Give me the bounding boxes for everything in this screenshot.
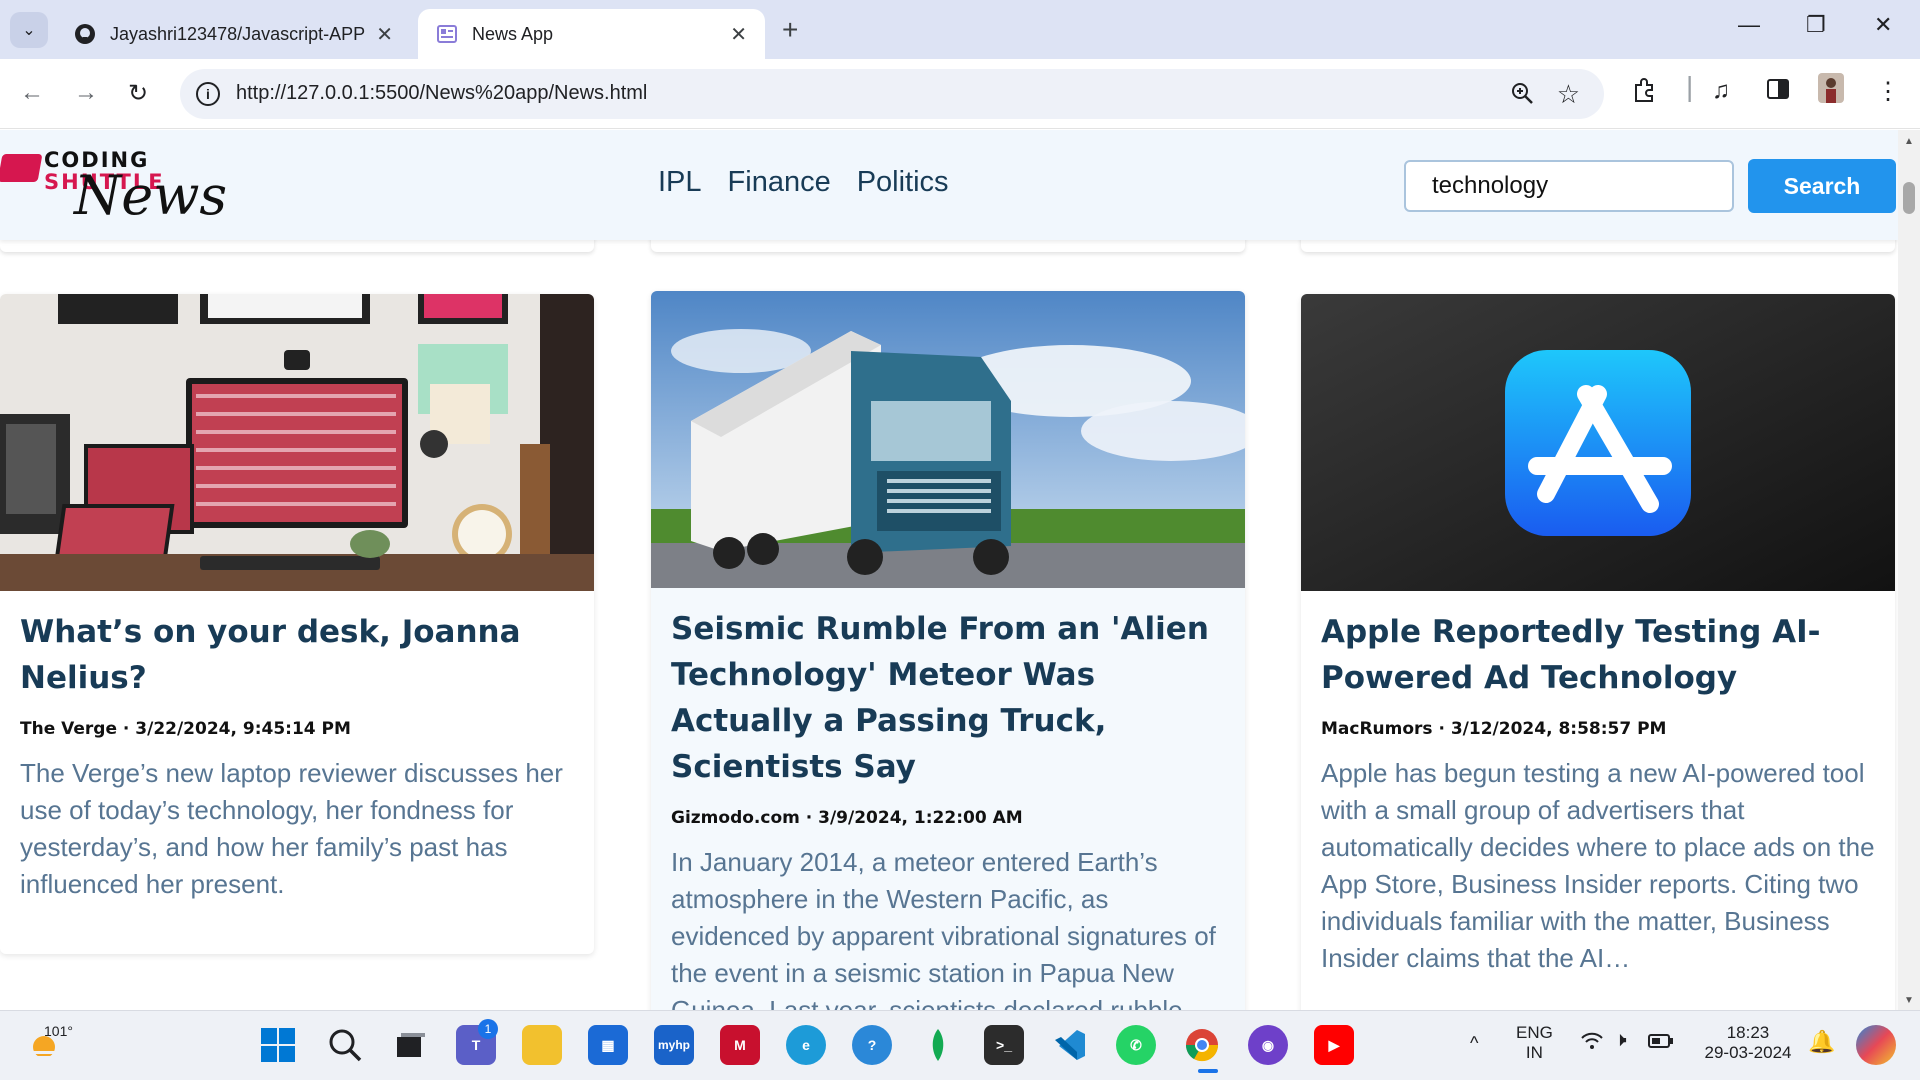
wifi-icon[interactable] xyxy=(1580,1031,1604,1056)
media-control-icon[interactable]: ♫ xyxy=(1712,77,1730,105)
minimize-icon[interactable]: — xyxy=(1738,12,1760,38)
search-icon[interactable] xyxy=(325,1025,365,1065)
forward-icon[interactable]: → xyxy=(74,79,98,107)
news-card[interactable]: Seismic Rumble From an 'Alien Technology… xyxy=(651,291,1245,1010)
article-title[interactable]: What’s on your desk, Joanna Nelius? xyxy=(20,609,574,701)
get-help-icon[interactable]: ? xyxy=(852,1025,892,1065)
article-meta: Gizmodo.com · 3/9/2024, 1:22:00 AM xyxy=(671,808,1023,828)
active-app-indicator xyxy=(1198,1069,1218,1073)
vscode-icon[interactable] xyxy=(1050,1025,1090,1065)
tab-news-app[interactable]: News App ✕ xyxy=(418,9,765,59)
tab-title: News App xyxy=(472,23,554,44)
news-card[interactable]: Apple Reportedly Testing AI-Powered Ad T… xyxy=(1301,294,1895,1010)
profile-avatar[interactable] xyxy=(1818,73,1844,110)
file-explorer-icon[interactable] xyxy=(522,1025,562,1065)
language-indicator[interactable]: ENG IN xyxy=(1516,1023,1553,1063)
extensions-icon[interactable] xyxy=(1632,77,1658,110)
notification-bell-icon[interactable]: 🔔 xyxy=(1808,1029,1835,1055)
myhp-icon[interactable]: myhp xyxy=(654,1025,694,1065)
github-icon xyxy=(74,23,96,45)
search-button[interactable]: Search xyxy=(1748,159,1896,213)
nav-link-finance[interactable]: Finance xyxy=(728,166,831,199)
nav-link-politics[interactable]: Politics xyxy=(857,166,949,199)
close-tab-icon[interactable]: ✕ xyxy=(730,22,747,47)
search-input[interactable] xyxy=(1404,160,1734,212)
logo-script: News xyxy=(74,164,228,227)
news-card[interactable]: What’s on your desk, Joanna Nelius? The … xyxy=(0,294,594,954)
article-title[interactable]: Apple Reportedly Testing AI-Powered Ad T… xyxy=(1321,609,1875,701)
volume-muted-icon[interactable]: 🕨 xyxy=(1614,1029,1627,1052)
article-meta: The Verge · 3/22/2024, 9:45:14 PM xyxy=(20,719,351,739)
page-scrollbar[interactable]: ▲ ▼ xyxy=(1898,130,1920,1010)
clock[interactable]: 18:23 29-03-2024 xyxy=(1700,1023,1796,1063)
address-bar[interactable]: i http://127.0.0.1:5500/News%20app/News.… xyxy=(180,69,1604,119)
show-hidden-icons-icon[interactable]: ^ xyxy=(1470,1033,1478,1054)
github-desktop-icon[interactable]: ◉ xyxy=(1248,1025,1288,1065)
mcafee-icon[interactable]: M xyxy=(720,1025,760,1065)
tab-search-button[interactable]: ⌄ xyxy=(10,12,48,48)
scrollbar-thumb[interactable] xyxy=(1903,182,1915,214)
edge-icon[interactable]: e xyxy=(786,1025,826,1065)
clock-time: 18:23 xyxy=(1726,1023,1770,1042)
desk-setup-photo xyxy=(0,294,594,591)
task-view-icon[interactable] xyxy=(391,1025,431,1065)
scroll-down-arrow-icon[interactable]: ▼ xyxy=(1904,995,1914,1006)
windows-start-icon[interactable] xyxy=(258,1025,298,1065)
new-tab-button[interactable]: + xyxy=(782,14,798,46)
page-viewport: CODING SHUTTLE News IPL Finance Politics… xyxy=(0,130,1898,1010)
youtube-icon[interactable]: ▶ xyxy=(1314,1025,1354,1065)
truck-photo xyxy=(651,291,1245,588)
scroll-up-arrow-icon[interactable]: ▲ xyxy=(1904,136,1914,147)
windows-taskbar: 101° T 1 ▦ myhp M e ? >_ ✆ ◉ ▶ ^ ENG IN … xyxy=(0,1010,1920,1080)
mongodb-icon[interactable] xyxy=(918,1025,958,1065)
microsoft-store-icon[interactable]: ▦ xyxy=(588,1025,628,1065)
notification-badge: 1 xyxy=(478,1019,498,1039)
article-description: The Verge’s new laptop reviewer discusse… xyxy=(20,758,563,899)
site-logo[interactable]: CODING SHUTTLE News xyxy=(0,142,227,232)
toolbar-divider: | xyxy=(1686,71,1694,102)
article-description: In January 2014, a meteor entered Earth’… xyxy=(671,847,1216,1010)
bookmark-star-icon[interactable]: ☆ xyxy=(1557,79,1580,110)
nav-links: IPL Finance Politics xyxy=(658,166,949,199)
side-panel-icon[interactable] xyxy=(1766,77,1790,108)
whatsapp-icon[interactable]: ✆ xyxy=(1116,1025,1156,1065)
reload-icon[interactable]: ↻ xyxy=(128,79,148,108)
tab-title: Jayashri123478/Javascript-APP xyxy=(110,23,366,44)
copilot-icon[interactable] xyxy=(1856,1025,1896,1065)
article-title[interactable]: Seismic Rumble From an 'Alien Technology… xyxy=(671,606,1225,790)
weather-temperature: 101° xyxy=(44,1023,73,1039)
menu-kebab-icon[interactable]: ⋮ xyxy=(1876,77,1900,106)
chevron-down-icon: ⌄ xyxy=(22,22,36,39)
zoom-icon[interactable] xyxy=(1510,81,1534,111)
terminal-icon[interactable]: >_ xyxy=(984,1025,1024,1065)
article-description: Apple has begun testing a new AI-powered… xyxy=(1321,758,1875,973)
site-info-icon[interactable]: i xyxy=(196,82,220,106)
battery-icon[interactable] xyxy=(1648,1033,1674,1054)
close-tab-icon[interactable]: ✕ xyxy=(376,22,393,47)
close-window-icon[interactable]: ✕ xyxy=(1874,12,1892,38)
logo-badge xyxy=(0,154,43,182)
chrome-icon[interactable] xyxy=(1182,1025,1222,1065)
clock-date: 29-03-2024 xyxy=(1704,1043,1792,1062)
language-region: IN xyxy=(1525,1043,1543,1062)
tab-github[interactable]: Jayashri123478/Javascript-APP ✕ xyxy=(56,9,411,59)
back-icon[interactable]: ← xyxy=(20,79,44,107)
nav-link-ipl[interactable]: IPL xyxy=(658,166,702,199)
article-meta: MacRumors · 3/12/2024, 8:58:57 PM xyxy=(1321,719,1667,739)
restore-icon[interactable]: ❐ xyxy=(1806,12,1826,38)
url-text[interactable]: http://127.0.0.1:5500/News%20app/News.ht… xyxy=(236,82,647,105)
site-navbar: CODING SHUTTLE News IPL Finance Politics… xyxy=(0,130,1898,240)
news-page-icon xyxy=(436,23,458,45)
language-code: ENG xyxy=(1516,1023,1553,1042)
browser-tab-strip: ⌄ Jayashri123478/Javascript-APP ✕ News A… xyxy=(0,0,1920,59)
browser-toolbar: ← → ↻ i http://127.0.0.1:5500/News%20app… xyxy=(0,59,1920,129)
app-store-logo xyxy=(1301,294,1895,591)
